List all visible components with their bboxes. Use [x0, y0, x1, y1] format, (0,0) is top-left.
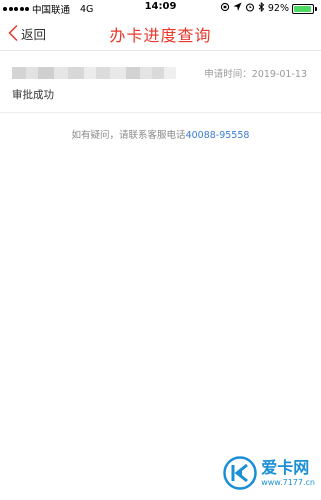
- application-record: 申请时间：2019-01-13 审批成功: [0, 51, 321, 113]
- battery-fill: [294, 5, 311, 12]
- help-text: 如有疑问，请联系客服电话: [71, 130, 186, 141]
- help-line: 如有疑问，请联系客服电话40088-95558: [0, 127, 321, 141]
- battery-icon: [292, 3, 317, 14]
- approval-status: 审批成功: [12, 89, 54, 101]
- customer-service-phone-link[interactable]: 40088-95558: [186, 130, 250, 141]
- alarm-icon: [245, 2, 255, 15]
- page-title: 办卡进度查询: [109, 26, 212, 45]
- watermark-domain: www.7177.cn: [261, 477, 315, 487]
- watermark-text: 爱卡网 www.7177.cn: [261, 457, 315, 487]
- battery-percent: 92%: [267, 3, 289, 14]
- location-icon: [233, 2, 242, 15]
- apply-date: 申请时间：2019-01-13: [204, 69, 307, 80]
- watermark: 爱卡网 www.7177.cn: [223, 456, 315, 490]
- watermark-brand: 爱卡网: [261, 457, 310, 477]
- bluetooth-icon: [258, 1, 265, 15]
- masked-applicant-name: [12, 67, 176, 79]
- watermark-logo-icon: [223, 456, 257, 490]
- status-bar: 中国联通 4G 14:09 92%: [0, 0, 321, 16]
- status-right: 92%: [220, 1, 317, 15]
- nav-bar: 返回 办卡进度查询: [0, 15, 321, 51]
- rotation-lock-icon: [220, 2, 230, 15]
